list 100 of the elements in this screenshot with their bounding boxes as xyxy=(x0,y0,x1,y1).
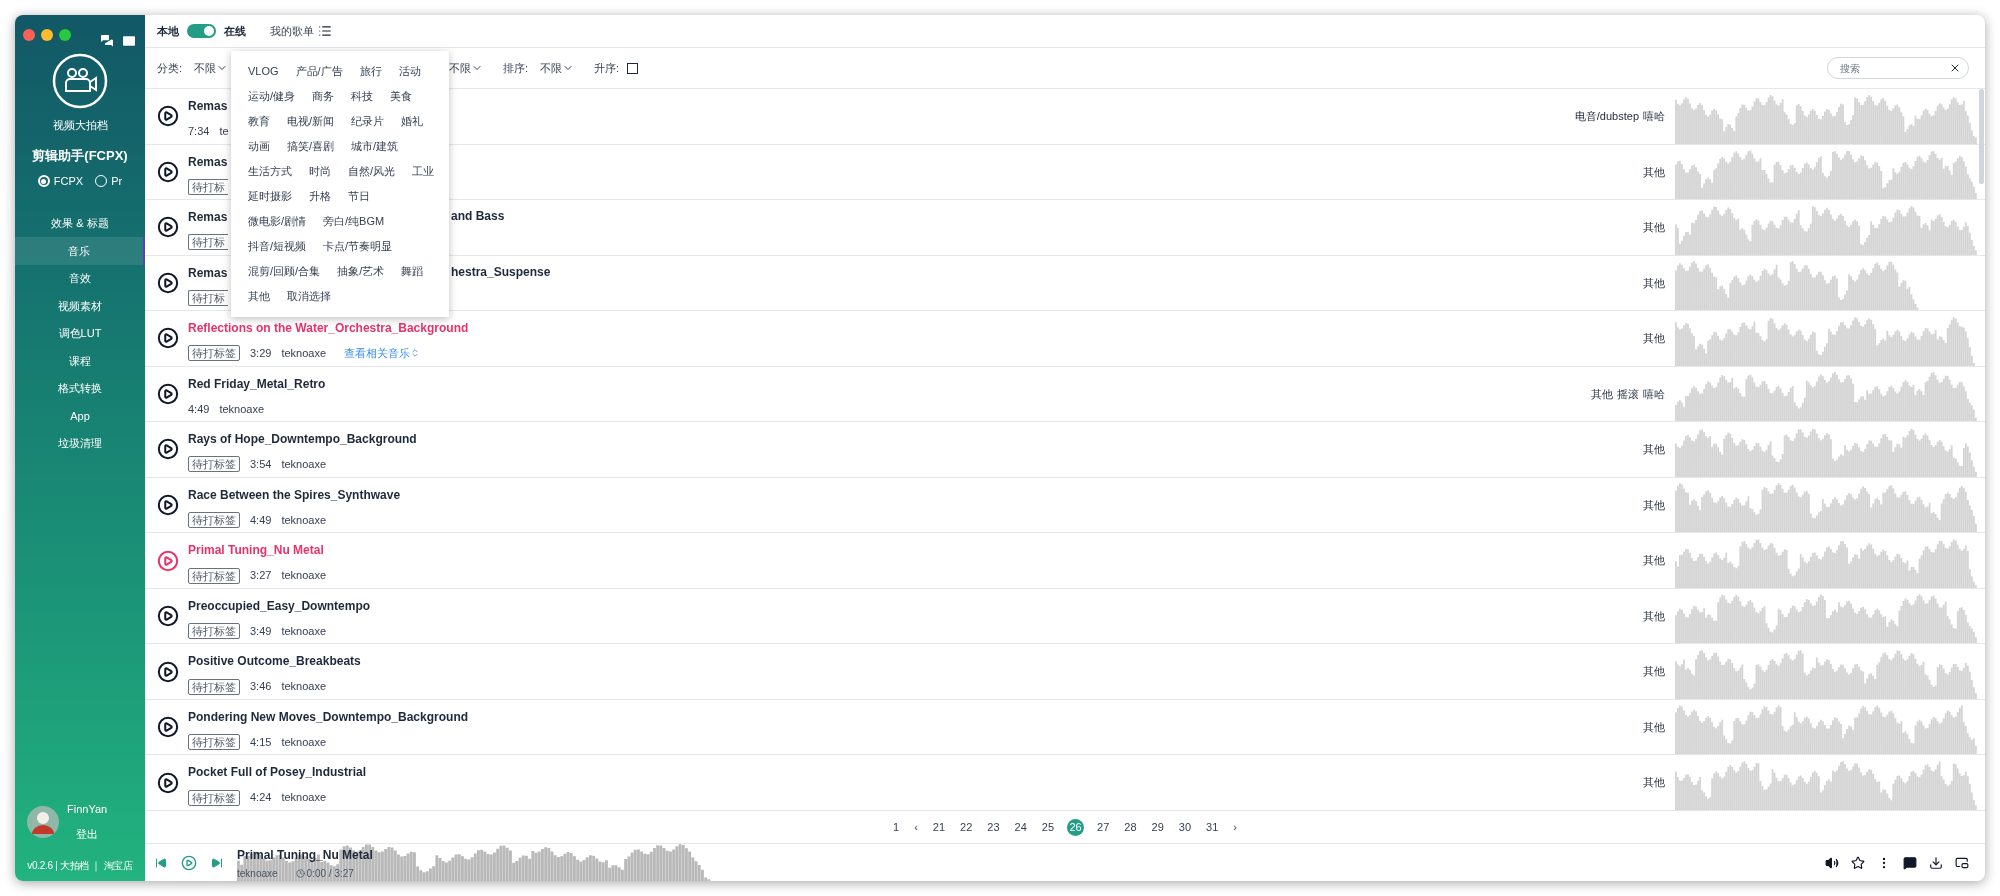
tag-label[interactable]: 待打标签 xyxy=(188,789,240,806)
category-option[interactable]: 旅行 xyxy=(359,63,382,80)
category-option[interactable]: 其他 xyxy=(248,288,270,305)
category-option[interactable]: 微电影/剧情 xyxy=(248,213,307,230)
category-option[interactable]: 混剪/回顾/合集 xyxy=(248,263,321,280)
tag-label[interactable]: 待打标签 xyxy=(188,512,240,528)
tag-label[interactable]: 待打标 xyxy=(188,289,228,306)
category-dropdown[interactable]: 不限 xyxy=(194,59,229,77)
radio-button[interactable] xyxy=(37,175,50,188)
filter-dropdown[interactable]: 不限 xyxy=(449,59,483,77)
nav-item[interactable]: 垃圾清理 xyxy=(15,429,145,457)
nav-item[interactable]: 音乐 xyxy=(15,237,145,265)
play-icon[interactable] xyxy=(157,771,179,794)
tag-label[interactable]: 待打标 xyxy=(188,178,228,195)
category-option[interactable]: 商务 xyxy=(312,88,335,105)
page-link[interactable]: 25 xyxy=(1041,818,1055,836)
category-option[interactable]: 科技 xyxy=(351,88,374,105)
page-link[interactable]: 30 xyxy=(1178,818,1192,836)
previous-track-icon[interactable] xyxy=(155,856,167,869)
category-option[interactable]: 动画 xyxy=(248,138,270,155)
chat-icon[interactable] xyxy=(99,33,115,49)
category-option[interactable]: 教育 xyxy=(248,113,270,130)
download-icon[interactable] xyxy=(1929,855,1943,870)
tag-label[interactable]: 待打标签 xyxy=(188,345,240,362)
tag-label[interactable]: 待打标签 xyxy=(188,623,240,640)
play-icon[interactable] xyxy=(157,716,179,739)
online-toggle[interactable] xyxy=(187,24,216,38)
nav-item[interactable]: App xyxy=(15,402,145,430)
page-link[interactable]: 27 xyxy=(1097,818,1110,836)
nav-item[interactable]: 视频素材 xyxy=(15,292,145,320)
next-page-button[interactable]: › xyxy=(1233,818,1237,836)
page-link[interactable]: 29 xyxy=(1151,818,1164,836)
category-option[interactable]: 婚礼 xyxy=(401,113,424,130)
play-icon[interactable] xyxy=(157,605,179,628)
category-option[interactable]: 抽象/艺术 xyxy=(337,263,385,280)
star-icon[interactable] xyxy=(1851,855,1865,870)
category-option[interactable]: 升格 xyxy=(309,188,331,205)
page-link[interactable]: 28 xyxy=(1124,818,1137,836)
tag-label[interactable]: 待打标签 xyxy=(188,678,240,695)
avatar[interactable] xyxy=(27,805,59,838)
tag-label[interactable]: 待打标 xyxy=(188,234,228,251)
nav-item[interactable]: 效果 & 标题 xyxy=(15,209,145,237)
page-link[interactable]: 22 xyxy=(960,818,973,836)
page-link[interactable]: 24 xyxy=(1014,818,1027,836)
nav-item[interactable]: 调色LUT xyxy=(15,319,145,347)
category-option[interactable]: 城市/建筑 xyxy=(351,138,399,155)
comment-icon[interactable] xyxy=(1903,855,1917,870)
category-option[interactable]: 工业 xyxy=(412,163,435,180)
page-link[interactable]: 21 xyxy=(932,818,946,836)
mail-icon[interactable] xyxy=(121,33,137,49)
category-option[interactable]: 产品/广告 xyxy=(295,63,343,80)
playlist-link[interactable]: 我的歌单 xyxy=(270,22,314,40)
related-music-link[interactable]: 查看相关音乐 xyxy=(344,345,421,362)
list-icon[interactable] xyxy=(318,24,332,38)
category-option[interactable]: 卡点/节奏明显 xyxy=(323,238,393,255)
clear-icon[interactable] xyxy=(1949,62,1961,74)
page-link[interactable]: 31 xyxy=(1206,818,1219,836)
category-option[interactable]: VLOG xyxy=(248,63,279,80)
close-window-button[interactable] xyxy=(23,29,35,41)
play-icon[interactable] xyxy=(157,216,179,239)
next-track-icon[interactable] xyxy=(211,856,223,869)
tag-label[interactable]: 待打标签 xyxy=(188,734,240,751)
play-icon[interactable] xyxy=(157,160,179,183)
category-option[interactable]: 纪录片 xyxy=(351,113,385,130)
minimize-window-button[interactable] xyxy=(41,29,53,41)
category-option[interactable]: 旁白/纯BGM xyxy=(323,213,385,230)
category-option[interactable]: 时尚 xyxy=(309,163,331,180)
category-option[interactable]: 取消选择 xyxy=(287,288,331,305)
play-icon[interactable] xyxy=(157,382,179,405)
page-link[interactable]: 1 xyxy=(893,818,900,836)
page-link[interactable]: 23 xyxy=(987,818,1000,836)
category-option[interactable]: 延时摄影 xyxy=(248,188,292,205)
tag-label[interactable]: 待打标签 xyxy=(188,456,240,473)
category-option[interactable]: 生活方式 xyxy=(248,163,292,180)
search-field[interactable]: 搜索 xyxy=(1827,57,1969,79)
tag-label[interactable]: 待打标签 xyxy=(188,567,240,584)
maximize-window-button[interactable] xyxy=(59,29,71,41)
category-option[interactable]: 活动 xyxy=(398,63,421,80)
category-option[interactable]: 抖音/短视频 xyxy=(248,238,307,255)
category-option[interactable]: 自然/风光 xyxy=(348,163,396,180)
category-option[interactable]: 搞笑/喜剧 xyxy=(287,138,335,155)
nav-item[interactable]: 格式转换 xyxy=(15,374,145,402)
scrollbar[interactable] xyxy=(1979,89,1984,184)
sort-dropdown[interactable]: 不限 xyxy=(540,59,575,77)
play-icon[interactable] xyxy=(157,271,179,294)
volume-icon[interactable] xyxy=(1825,855,1839,870)
picture-in-picture-icon[interactable] xyxy=(1955,855,1969,870)
play-icon[interactable] xyxy=(157,494,179,516)
nav-item[interactable]: 音效 xyxy=(15,264,145,292)
nav-item[interactable]: 课程 xyxy=(15,347,145,375)
ascending-checkbox[interactable] xyxy=(627,62,639,74)
play-icon[interactable] xyxy=(157,327,179,350)
category-option[interactable]: 舞蹈 xyxy=(401,263,424,280)
category-option[interactable]: 电视/新闻 xyxy=(287,113,335,130)
category-option[interactable]: 节日 xyxy=(348,188,370,205)
category-option[interactable]: 美食 xyxy=(390,88,413,105)
play-icon[interactable] xyxy=(157,660,179,683)
play-icon[interactable] xyxy=(157,105,179,128)
play-icon[interactable] xyxy=(157,438,179,461)
category-option[interactable]: 运动/健身 xyxy=(248,88,296,105)
